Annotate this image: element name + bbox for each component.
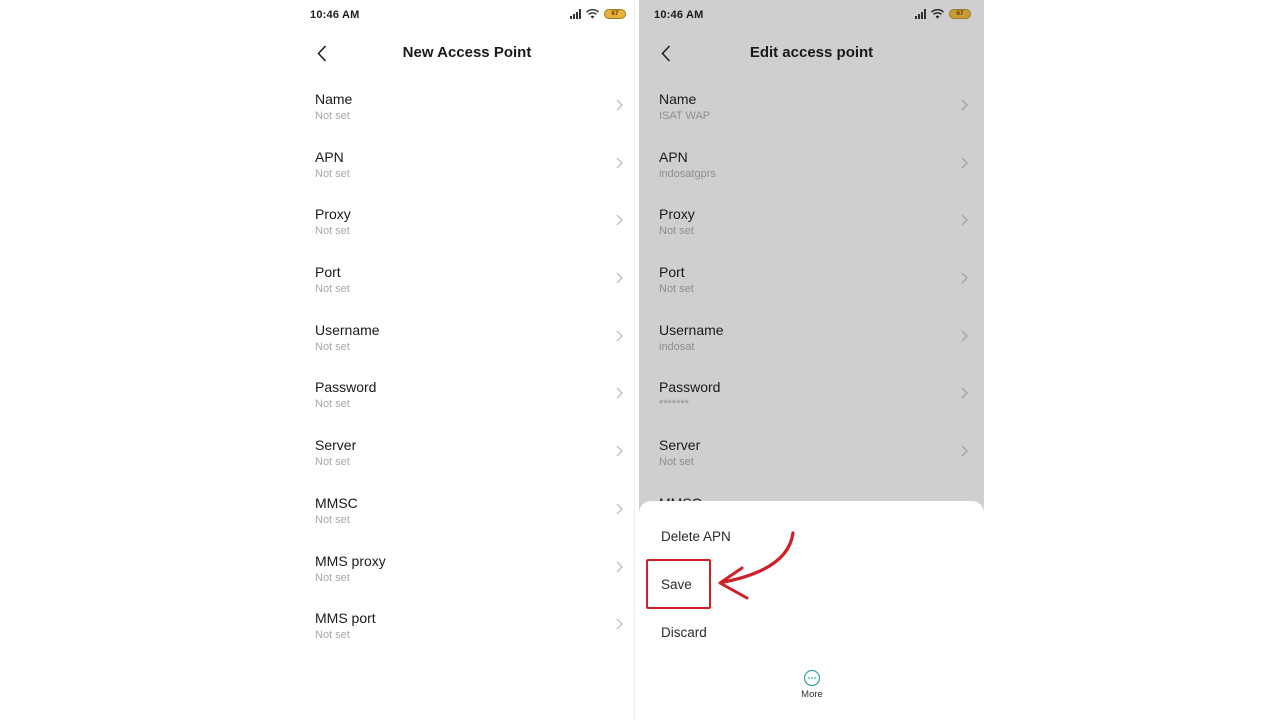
chevron-right-icon	[616, 445, 624, 457]
field-label: Server	[315, 437, 357, 454]
wifi-icon	[586, 9, 599, 19]
chevron-right-icon	[616, 214, 624, 226]
field-password[interactable]: Password Not set	[295, 372, 639, 430]
status-bar: 10:46 AM 67	[295, 8, 639, 24]
field-label: Port	[659, 264, 685, 281]
field-value: Not set	[659, 456, 694, 469]
field-mms-proxy[interactable]: MMS proxy Not set	[295, 546, 639, 604]
field-value: Not set	[315, 110, 350, 122]
field-port[interactable]: Port Not set	[295, 257, 639, 315]
field-label: Password	[315, 379, 377, 396]
options-bottom-sheet: Delete APN Save Discard More	[639, 501, 984, 720]
field-value: Not set	[315, 283, 350, 296]
field-value: Not set	[315, 571, 350, 584]
field-value: Not set	[315, 456, 350, 469]
delete-apn-option[interactable]: Delete APN	[661, 529, 731, 544]
chevron-right-icon	[616, 618, 624, 630]
field-proxy[interactable]: Proxy Not set	[295, 199, 639, 257]
more-button[interactable]: More	[794, 669, 830, 709]
chevron-right-icon	[616, 330, 624, 342]
status-time: 10:46 AM	[310, 9, 360, 21]
header: Edit access point	[639, 38, 984, 68]
save-option[interactable]: Save	[661, 577, 692, 592]
apn-field-list: Name ISAT WAP APN indosatgprs Proxy Not …	[639, 84, 984, 546]
field-server[interactable]: Server Not set	[295, 430, 639, 488]
field-value: Not set	[315, 629, 350, 642]
field-value: *******	[659, 398, 689, 411]
signal-icon	[915, 9, 926, 19]
field-value: Not set	[659, 225, 694, 238]
battery-icon: 67	[604, 9, 626, 19]
field-server[interactable]: Server Not set	[639, 430, 984, 488]
field-label: MMS proxy	[315, 552, 386, 569]
chevron-right-icon	[961, 387, 969, 399]
status-bar: 10:46 AM 67	[639, 8, 984, 24]
field-label: Username	[315, 321, 380, 338]
chevron-right-icon	[616, 387, 624, 399]
field-label: Proxy	[659, 206, 695, 223]
chevron-right-icon	[616, 503, 624, 515]
battery-icon: 67	[949, 9, 971, 19]
field-value: indosat	[659, 340, 695, 353]
status-time: 10:46 AM	[654, 9, 704, 21]
field-value: Not set	[315, 225, 350, 238]
field-label: Port	[315, 264, 341, 281]
chevron-right-icon	[616, 99, 624, 111]
field-port[interactable]: Port Not set	[639, 257, 984, 315]
chevron-right-icon	[961, 99, 969, 111]
field-username[interactable]: Username indosat	[639, 315, 984, 373]
field-label: Proxy	[315, 206, 351, 223]
more-label: More	[801, 689, 823, 700]
field-label: MMS port	[315, 610, 376, 627]
page-title: Edit access point	[749, 44, 874, 61]
page-title: New Access Point	[402, 44, 532, 61]
field-value: ISAT WAP	[659, 110, 711, 122]
chevron-right-icon	[961, 330, 969, 342]
chevron-right-icon	[961, 157, 969, 169]
field-value: Not set	[315, 167, 350, 180]
discard-option[interactable]: Discard	[661, 625, 707, 640]
field-value: Not set	[315, 398, 350, 411]
more-horizontal-icon	[803, 669, 821, 687]
field-label: Name	[315, 91, 353, 107]
field-value: Not set	[315, 513, 350, 526]
chevron-right-icon	[616, 157, 624, 169]
field-value: Not set	[659, 283, 694, 296]
field-label: APN	[659, 148, 688, 165]
field-label: Username	[659, 321, 724, 338]
chevron-right-icon	[961, 214, 969, 226]
new-access-point-screen: 10:46 AM 67 New Access Point Name Not se…	[295, 0, 639, 720]
header: New Access Point	[295, 38, 639, 68]
apn-field-list: Name Not set APN Not set Proxy Not set P…	[295, 84, 639, 661]
chevron-right-icon	[961, 445, 969, 457]
panel-divider	[634, 0, 635, 720]
status-icons: 67	[570, 9, 626, 19]
field-apn[interactable]: APN indosatgprs	[639, 142, 984, 200]
chevron-right-icon	[616, 272, 624, 284]
field-username[interactable]: Username Not set	[295, 315, 639, 373]
field-label: Password	[659, 379, 721, 396]
field-label: APN	[315, 148, 344, 165]
field-password[interactable]: Password *******	[639, 372, 984, 430]
signal-icon	[570, 9, 581, 19]
field-apn[interactable]: APN Not set	[295, 142, 639, 200]
chevron-right-icon	[616, 560, 624, 573]
field-name[interactable]: Name Not set	[295, 84, 639, 142]
field-mms-port[interactable]: MMS port Not set	[295, 603, 639, 661]
field-label: Server	[659, 437, 701, 454]
field-mmsc[interactable]: MMSC Not set	[295, 488, 639, 546]
field-label: MMSC	[315, 494, 358, 511]
field-value: Not set	[315, 340, 350, 353]
status-icons: 67	[915, 9, 971, 19]
field-value: indosatgprs	[659, 167, 716, 180]
field-name[interactable]: Name ISAT WAP	[639, 84, 984, 142]
chevron-right-icon	[961, 272, 969, 284]
field-label: Name	[659, 91, 697, 107]
field-proxy[interactable]: Proxy Not set	[639, 199, 984, 257]
wifi-icon	[931, 9, 944, 19]
